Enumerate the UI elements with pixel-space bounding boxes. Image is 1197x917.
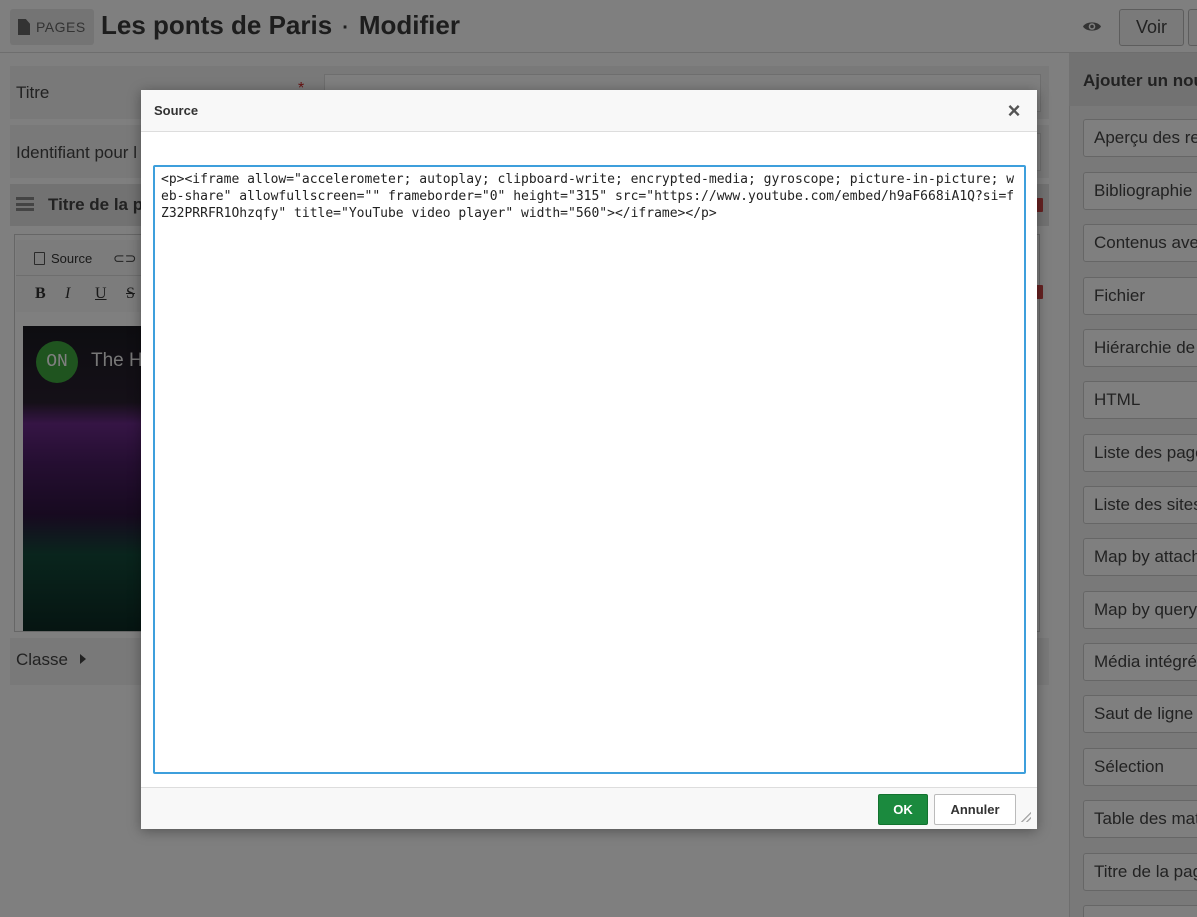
source-dialog: Source × <p><iframe allow="accelerometer… <box>141 90 1037 829</box>
dialog-header: Source × <box>141 90 1037 132</box>
resize-handle-icon[interactable] <box>1021 812 1031 822</box>
dialog-title: Source <box>154 103 199 118</box>
close-icon[interactable]: × <box>1005 100 1023 122</box>
ok-button[interactable]: OK <box>878 794 928 825</box>
dialog-footer: OK Annuler <box>141 787 1037 829</box>
cancel-button[interactable]: Annuler <box>934 794 1016 825</box>
dialog-body: <p><iframe allow="accelerometer; autopla… <box>141 132 1037 787</box>
source-code-textarea[interactable]: <p><iframe allow="accelerometer; autopla… <box>153 165 1026 774</box>
